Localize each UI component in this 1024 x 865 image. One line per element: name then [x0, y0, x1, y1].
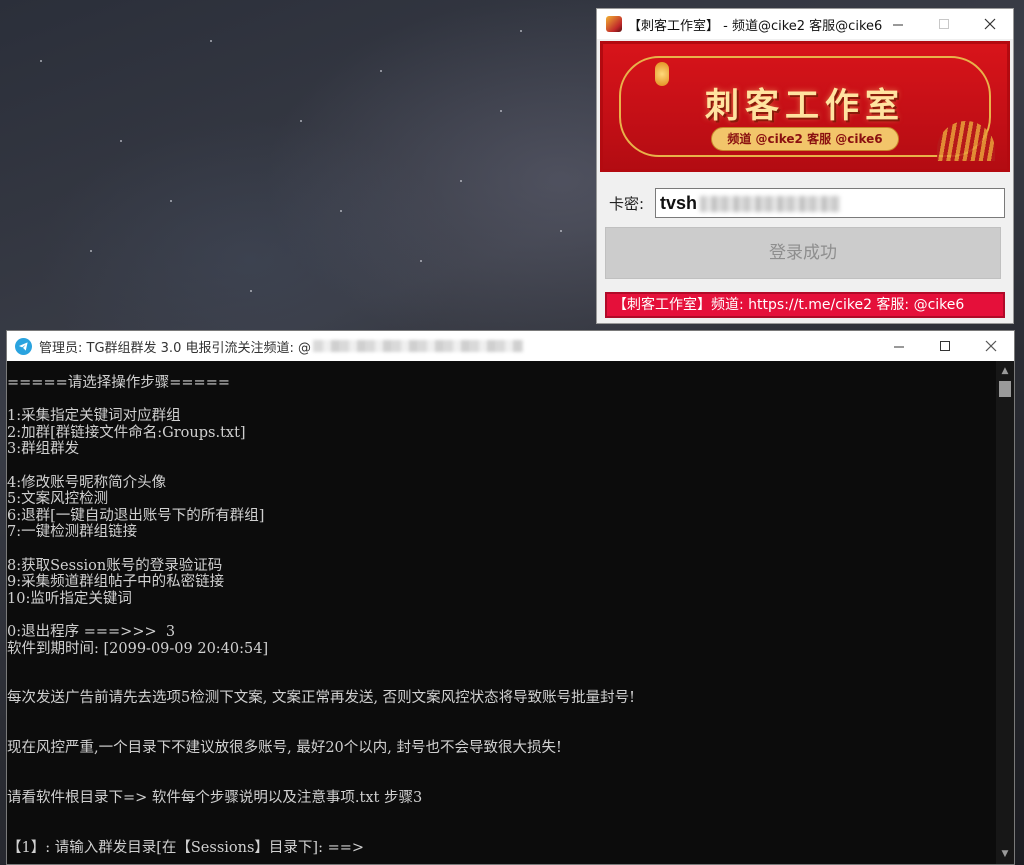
banner-subtitle: 频道 @cike2 客服 @cike6 — [711, 127, 899, 151]
console-line: 现在风控严重,一个目录下不建议放很多账号, 最好20个以内, 封号也不会导致很大… — [7, 740, 562, 757]
maximize-button[interactable] — [922, 331, 968, 361]
console-line: 每次发送广告前请先去选项5检测下文案, 文案正常再发送, 否则文案风控状态将导致… — [7, 690, 635, 707]
close-icon — [985, 340, 997, 352]
scroll-up-arrow-icon[interactable]: ▲ — [996, 363, 1014, 379]
console-line: 10:监听指定关键词 — [7, 590, 132, 607]
console-line: 软件到期时间: [2099-09-09 20:40:54] — [7, 640, 269, 657]
console-line: =====请选择操作步骤===== — [7, 375, 230, 391]
redacted-text — [312, 340, 523, 352]
console-window-title: 管理员: TG群组群发 3.0 电报引流关注频道: @ — [39, 340, 311, 356]
console-line: 6:退群[一键自动退出账号下的所有群组] — [7, 507, 265, 524]
maximize-button — [921, 9, 967, 39]
close-button[interactable] — [968, 331, 1014, 361]
key-input-value: tvsh — [660, 193, 698, 213]
minimize-icon — [893, 346, 904, 347]
studio-footer-link[interactable]: 【刺客工作室】频道: https://t.me/cike2 客服: @cike6 — [605, 292, 1005, 318]
login-titlebar[interactable]: 【刺客工作室】 - 频道@cike2 客服@cike6 — [597, 9, 1013, 39]
console-line: 0:退出程序 ===>>> 3 — [7, 623, 176, 640]
console-line: 请看软件根目录下=> 软件每个步骤说明以及注意事项.txt 步骤3 — [7, 789, 423, 806]
key-label: 卡密: — [609, 194, 645, 213]
scroll-down-arrow-icon[interactable]: ▼ — [996, 846, 1014, 862]
studio-banner: 刺客工作室 频道 @cike2 客服 @cike6 — [600, 41, 1010, 172]
console-prompt-line[interactable]: 【1】: 请输入群发目录[在【Sessions】目录下]: ==> — [7, 840, 996, 857]
key-row: 卡密: tvsh — [609, 187, 1005, 219]
console-line: 4:修改账号昵称简介头像 — [7, 474, 167, 491]
console-line: 7:一键检测群组链接 — [7, 524, 138, 541]
login-button[interactable]: 登录成功 — [605, 227, 1001, 279]
console-titlebar[interactable]: 管理员: TG群组群发 3.0 电报引流关注频道: @ — [7, 331, 1014, 361]
console-line: 3:群组群发 — [7, 441, 80, 458]
console-line: 1:采集指定关键词对应群组 — [7, 408, 181, 425]
vertical-scrollbar[interactable]: ▲ ▼ — [996, 361, 1014, 864]
key-input[interactable]: tvsh — [655, 188, 1005, 218]
assassin-studio-icon — [606, 16, 622, 32]
console-line: 8:获取Session账号的登录验证码 — [7, 557, 223, 574]
banner-title: 刺客工作室 — [705, 86, 905, 126]
scrollbar-thumb[interactable] — [999, 381, 1011, 397]
close-button[interactable] — [967, 9, 1013, 39]
close-icon — [984, 18, 996, 30]
maximize-icon — [939, 340, 950, 351]
console-line: 9:采集频道群组帖子中的私密链接 — [7, 574, 225, 591]
console-output[interactable]: =====请选择操作步骤===== 1:采集指定关键词对应群组 2:加群[群链接… — [7, 361, 996, 864]
console-line: 2:加群[群链接文件命名:Groups.txt] — [7, 424, 246, 441]
redacted-text — [700, 196, 840, 212]
console-window: 管理员: TG群组群发 3.0 电报引流关注频道: @ =====请选择操作步骤… — [6, 330, 1015, 865]
maximize-icon — [938, 18, 949, 29]
minimize-icon — [892, 24, 903, 25]
login-window-title: 【刺客工作室】 - 频道@cike2 客服@cike6 — [628, 18, 883, 34]
minimize-button[interactable] — [876, 331, 922, 361]
login-window: 【刺客工作室】 - 频道@cike2 客服@cike6 刺客工作室 频道 @ci… — [596, 8, 1014, 324]
console-line: 5:文案风控检测 — [7, 491, 109, 508]
telegram-icon — [15, 337, 32, 355]
minimize-button[interactable] — [875, 9, 921, 39]
